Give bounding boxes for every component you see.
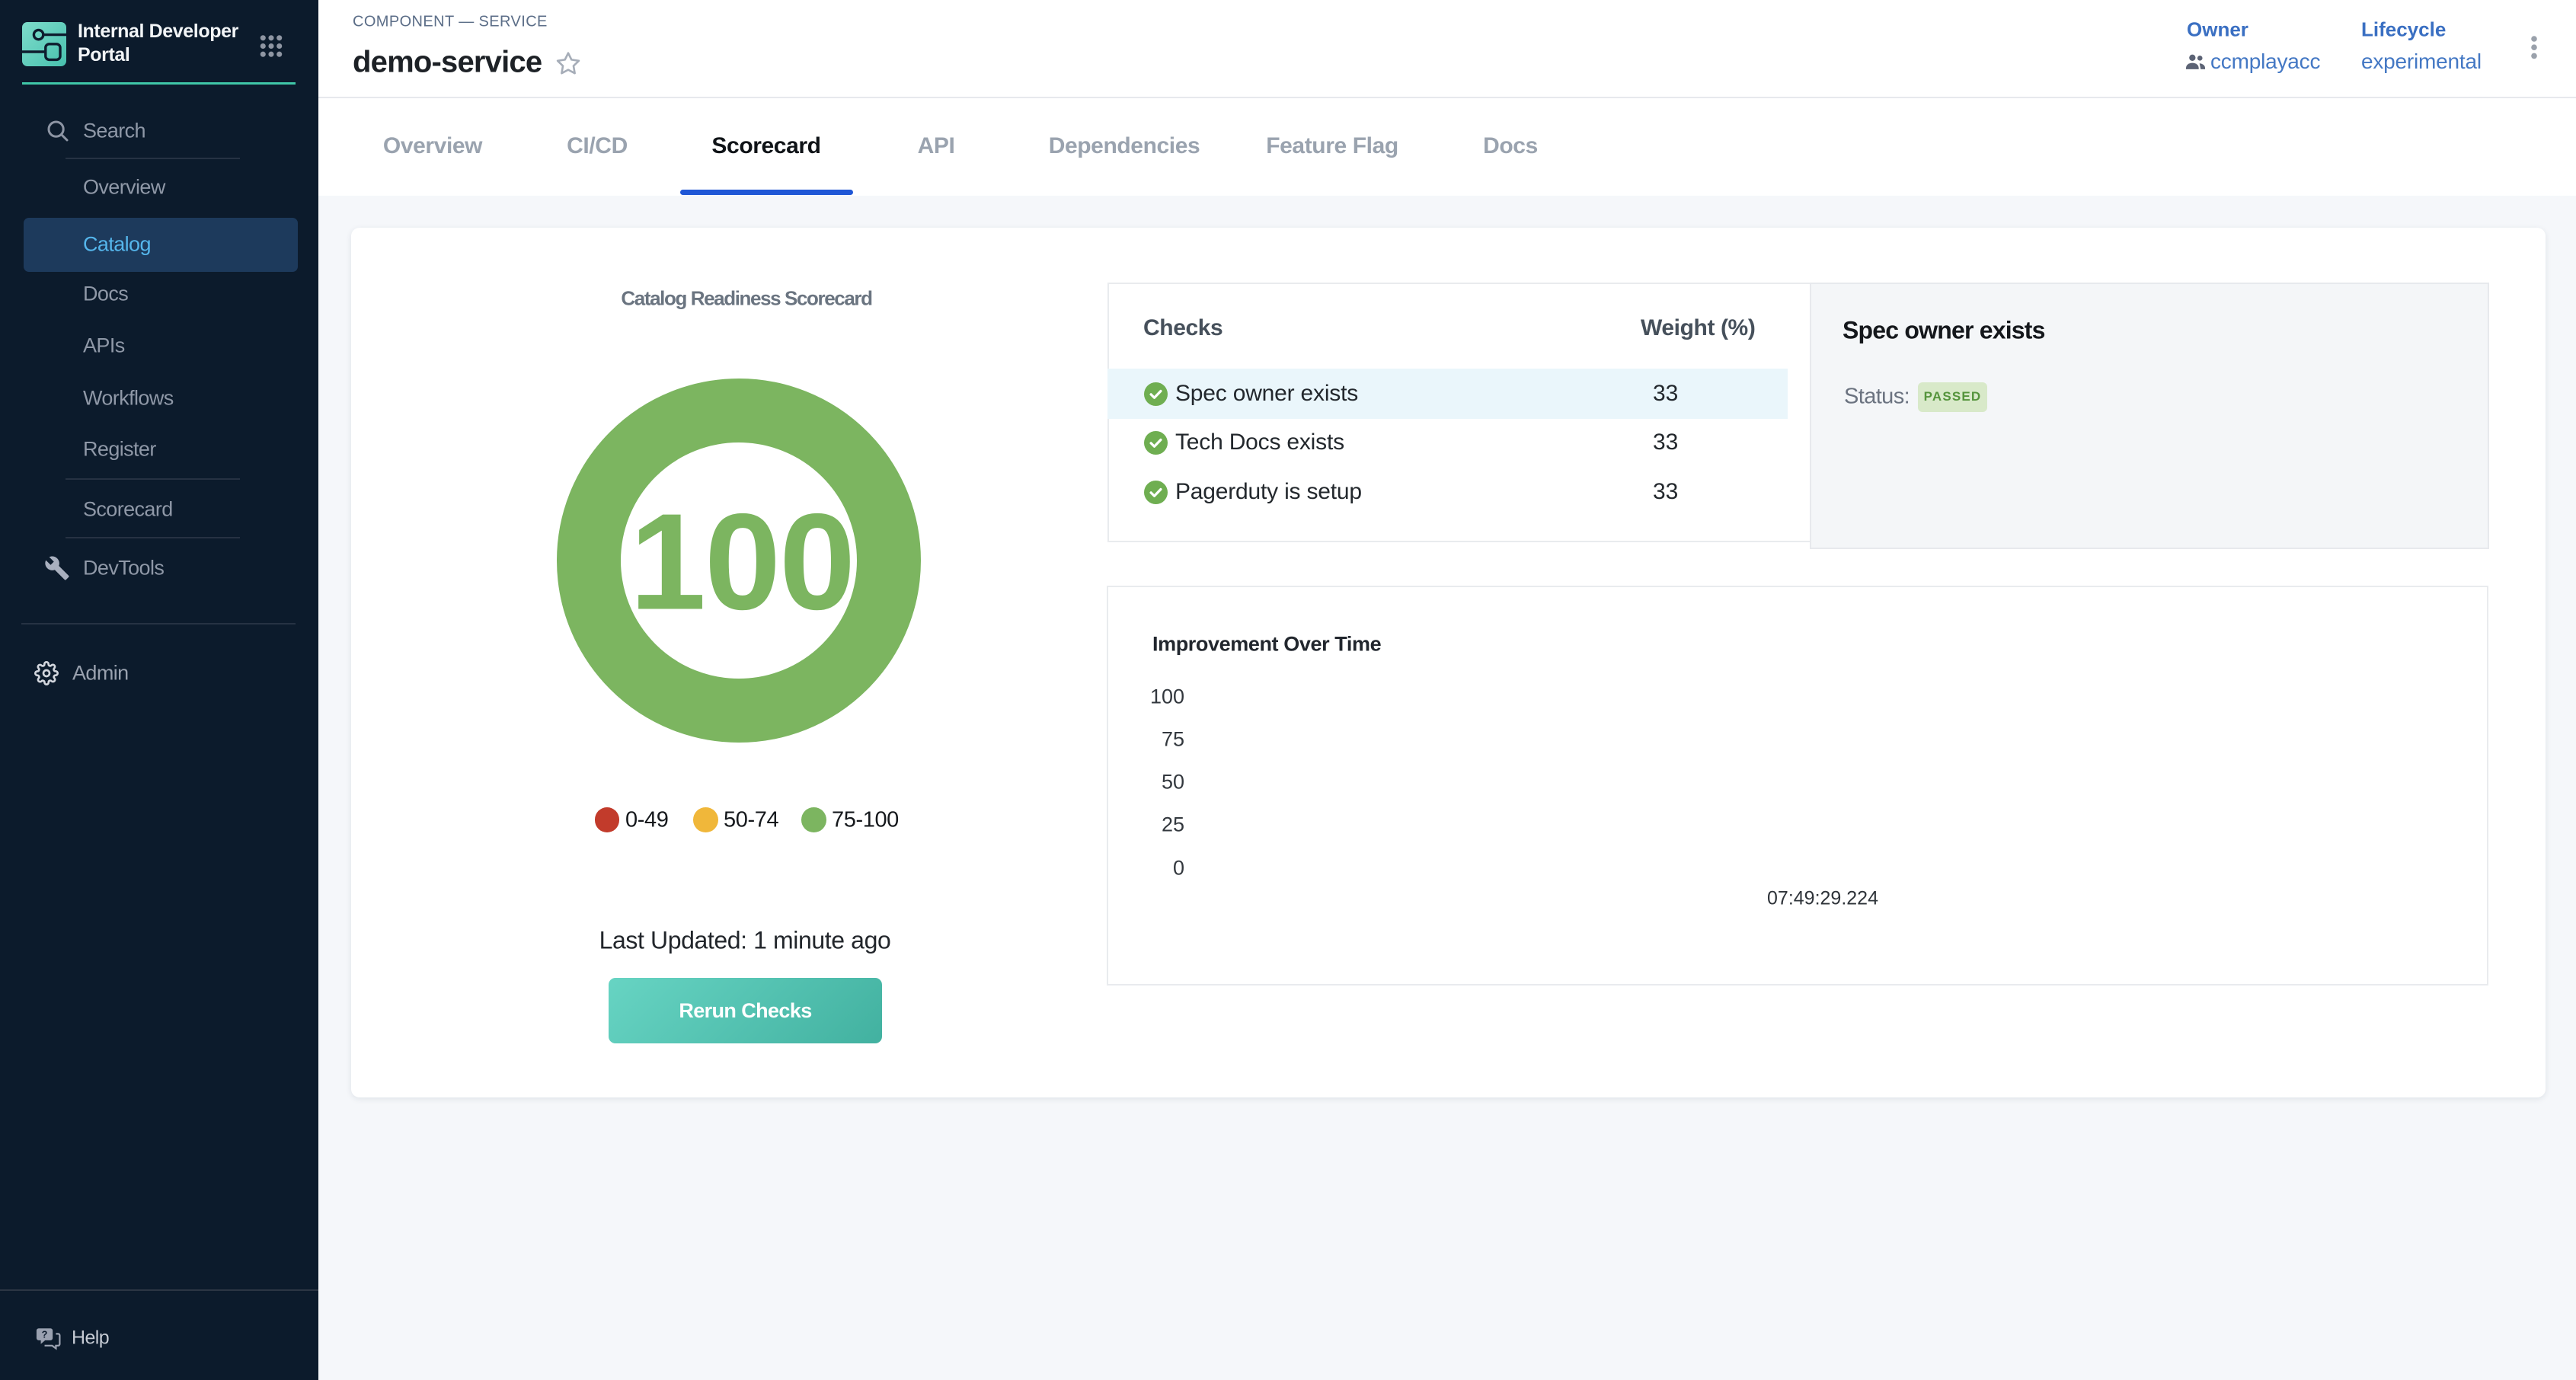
svg-text:?: ? xyxy=(42,1328,48,1340)
